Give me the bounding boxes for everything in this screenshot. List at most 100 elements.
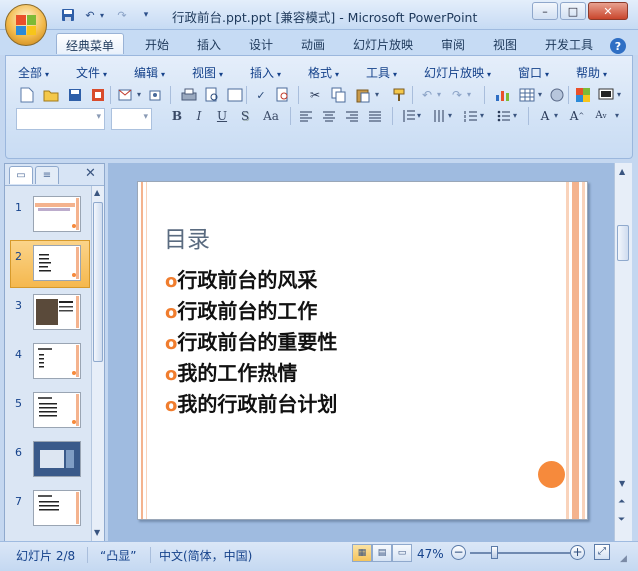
- change-case-button[interactable]: Aa: [258, 107, 284, 125]
- redo-icon[interactable]: ↷: [114, 7, 130, 23]
- tab-classic-menu[interactable]: 经典菜单: [56, 33, 125, 54]
- normal-view-button[interactable]: ▦: [352, 544, 372, 562]
- slideshow-view-button[interactable]: ▭: [392, 544, 412, 562]
- menu-insert[interactable]: 插入 ▾: [250, 64, 281, 81]
- format-overflow-icon[interactable]: ▾: [612, 107, 622, 125]
- scroll-down-icon[interactable]: ▼: [619, 479, 625, 488]
- tab-home[interactable]: 开始: [136, 33, 178, 54]
- next-slide-icon[interactable]: ⏷: [618, 515, 625, 525]
- slide-thumbnail-3[interactable]: [33, 294, 81, 330]
- slides-tab[interactable]: ▭: [9, 166, 33, 184]
- text-direction-dropdown-icon[interactable]: ▾: [445, 107, 455, 125]
- attach-icon[interactable]: [146, 86, 164, 104]
- color-grayscale-icon[interactable]: [574, 86, 592, 104]
- save-toolbar-icon[interactable]: [66, 86, 84, 104]
- menu-slideshow[interactable]: 幻灯片放映 ▾: [424, 64, 491, 81]
- font-color-dropdown-icon[interactable]: ▾: [551, 107, 561, 125]
- redo-toolbar-dropdown-icon[interactable]: ▾: [464, 86, 474, 104]
- slide-show-icon[interactable]: [597, 86, 615, 104]
- zoom-level[interactable]: 47%: [417, 547, 444, 561]
- grow-font-icon[interactable]: A ^: [568, 107, 586, 125]
- main-scrollbar[interactable]: ▲ ▼ ⏶ ⏷: [614, 163, 632, 541]
- font-size-combo[interactable]: ▾: [111, 108, 152, 130]
- save-icon[interactable]: [60, 7, 76, 23]
- slide-thumbnail-4[interactable]: [33, 343, 81, 379]
- format-painter-icon[interactable]: [390, 86, 408, 104]
- font-name-combo[interactable]: ▾: [16, 108, 105, 130]
- line-spacing-dropdown-icon[interactable]: ▾: [414, 107, 424, 125]
- copy-icon[interactable]: [330, 86, 348, 104]
- tab-design[interactable]: 设计: [240, 33, 282, 54]
- research-icon[interactable]: [274, 86, 292, 104]
- close-button[interactable]: ✕: [588, 2, 628, 20]
- fit-to-window-icon[interactable]: ⤢: [594, 544, 610, 560]
- permission-icon[interactable]: [89, 86, 107, 104]
- zoom-in-button[interactable]: +: [570, 545, 585, 560]
- tab-slideshow[interactable]: 幻灯片放映: [344, 33, 422, 54]
- scroll-up-icon[interactable]: ▲: [94, 188, 100, 197]
- tab-view[interactable]: 视图: [484, 33, 526, 54]
- undo-icon[interactable]: ↶: [82, 7, 98, 23]
- align-right-icon[interactable]: [343, 107, 361, 125]
- menu-format[interactable]: 格式 ▾: [308, 64, 339, 81]
- customize-quick-access-icon[interactable]: ▾: [140, 7, 152, 23]
- menu-window[interactable]: 窗口 ▾: [518, 64, 549, 81]
- paste-icon[interactable]: [354, 86, 372, 104]
- print-icon[interactable]: [180, 86, 198, 104]
- resize-grip-icon[interactable]: ◢: [620, 554, 627, 564]
- toolbar-overflow-icon[interactable]: ▾: [614, 86, 624, 104]
- scroll-up-icon[interactable]: ▲: [619, 167, 625, 176]
- tab-animation[interactable]: 动画: [292, 33, 334, 54]
- numbering-dropdown-icon[interactable]: ▾: [477, 107, 487, 125]
- close-panel-icon[interactable]: ✕: [85, 166, 96, 181]
- slide-layout-icon[interactable]: [226, 86, 244, 104]
- maximize-button[interactable]: □: [560, 2, 586, 20]
- slide-thumbnail-1[interactable]: [33, 196, 81, 232]
- table-dropdown-icon[interactable]: ▾: [535, 86, 545, 104]
- align-center-icon[interactable]: [320, 107, 338, 125]
- menu-tools[interactable]: 工具 ▾: [366, 64, 397, 81]
- zoom-slider-thumb[interactable]: [490, 546, 498, 559]
- justify-icon[interactable]: [366, 107, 384, 125]
- print-preview-icon[interactable]: [203, 86, 221, 104]
- bullets-dropdown-icon[interactable]: ▾: [510, 107, 520, 125]
- thumbnail-scrollbar[interactable]: ▲ ▼: [91, 186, 104, 541]
- menu-view[interactable]: 视图 ▾: [192, 64, 223, 81]
- previous-slide-icon[interactable]: ⏶: [618, 497, 625, 507]
- bold-button[interactable]: B: [167, 107, 187, 125]
- chart-icon[interactable]: [494, 86, 512, 104]
- menu-help[interactable]: 帮助 ▾: [576, 64, 607, 81]
- slide-thumbnail-5[interactable]: [33, 392, 81, 428]
- underline-button[interactable]: U: [212, 107, 232, 125]
- paste-dropdown-icon[interactable]: ▾: [372, 86, 382, 104]
- language-indicator[interactable]: 中文(简体，中国): [159, 547, 252, 564]
- minimize-button[interactable]: –: [532, 2, 558, 20]
- menu-all[interactable]: 全部 ▾: [18, 64, 49, 81]
- font-name-dropdown-icon[interactable]: ▾: [96, 112, 101, 122]
- scroll-down-icon[interactable]: ▼: [94, 528, 100, 537]
- outline-tab[interactable]: ≡: [35, 166, 59, 184]
- email-dropdown-icon[interactable]: ▾: [134, 86, 144, 104]
- slide-thumbnail-6[interactable]: [33, 441, 81, 477]
- italic-button[interactable]: I: [189, 107, 209, 125]
- table-icon[interactable]: [518, 86, 536, 104]
- scroll-thumb[interactable]: [617, 225, 629, 261]
- menu-file[interactable]: 文件 ▾: [76, 64, 107, 81]
- slide-thumbnail-2[interactable]: [33, 245, 81, 281]
- zoom-out-button[interactable]: −: [451, 545, 466, 560]
- tab-review[interactable]: 审阅: [432, 33, 474, 54]
- cut-icon[interactable]: ✂: [306, 86, 324, 104]
- office-button[interactable]: [5, 4, 47, 46]
- tab-developer[interactable]: 开发工具: [536, 33, 602, 54]
- shadow-button[interactable]: S: [235, 107, 255, 125]
- zoom-slider-track[interactable]: [470, 552, 570, 554]
- help-icon[interactable]: ?: [610, 38, 626, 54]
- scroll-thumb[interactable]: [93, 202, 103, 362]
- font-size-dropdown-icon[interactable]: ▾: [143, 112, 148, 122]
- menu-edit[interactable]: 编辑 ▾: [134, 64, 165, 81]
- insert-clipart-icon[interactable]: [548, 86, 566, 104]
- email-icon[interactable]: [116, 86, 134, 104]
- shrink-font-icon[interactable]: Av: [592, 107, 610, 125]
- slide-canvas[interactable]: 目录 o行政前台的风采 o行政前台的工作 o行政前台的重要性 o我的工作热情 o…: [137, 181, 588, 520]
- undo-toolbar-dropdown-icon[interactable]: ▾: [434, 86, 444, 104]
